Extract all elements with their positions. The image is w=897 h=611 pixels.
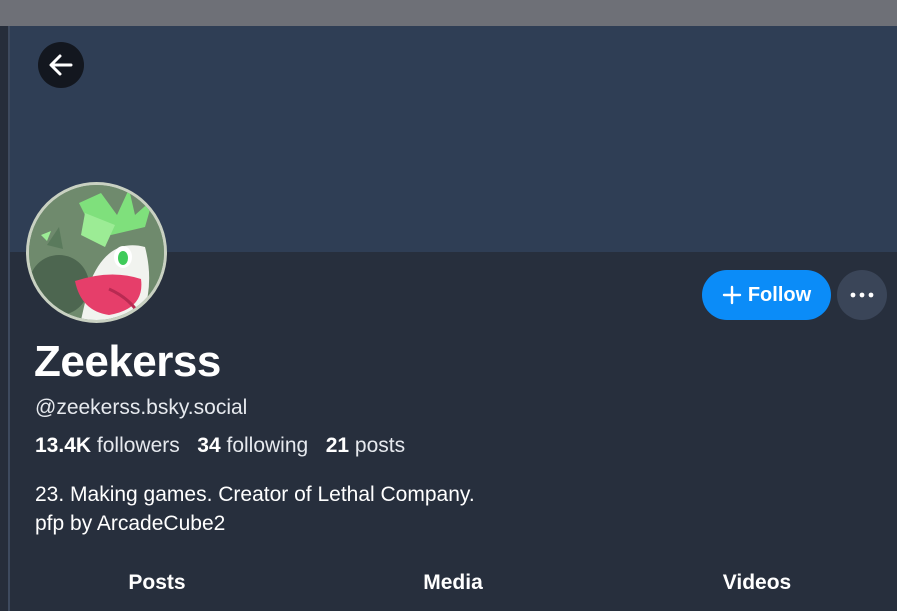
following-count: 34 [197, 434, 221, 457]
avatar[interactable] [26, 182, 167, 323]
bio-line-1: 23. Making games. Creator of Lethal Comp… [35, 483, 475, 506]
followers-stat[interactable]: 13.4K followers [35, 434, 180, 457]
following-stat[interactable]: 34 following [197, 434, 308, 457]
posts-stat: 21 posts [326, 434, 405, 457]
tab-posts[interactable]: Posts [97, 568, 217, 598]
left-rail [0, 26, 8, 611]
follow-button[interactable]: Follow [702, 270, 831, 320]
more-options-button[interactable] [837, 270, 887, 320]
window-top-strip [0, 0, 897, 26]
profile-stats: 13.4K followers 34 following 21 posts [35, 433, 405, 459]
profile-bio: 23. Making games. Creator of Lethal Comp… [35, 480, 475, 538]
follow-label: Follow [747, 283, 812, 306]
plus-icon [722, 285, 742, 305]
tab-media[interactable]: Media [393, 568, 513, 598]
followers-label: followers [96, 434, 180, 457]
posts-label: posts [354, 434, 406, 457]
bio-line-2: pfp by ArcadeCube2 [35, 512, 226, 535]
ellipsis-icon [850, 292, 874, 298]
back-button[interactable] [38, 42, 84, 88]
following-label: following [226, 434, 309, 457]
arrow-left-icon [49, 54, 73, 76]
posts-count: 21 [325, 434, 350, 457]
display-name: Zeekerss [34, 337, 221, 386]
tab-videos[interactable]: Videos [697, 568, 817, 598]
profile-handle[interactable]: @zeekerss.bsky.social [35, 395, 247, 421]
followers-count: 13.4K [35, 434, 92, 457]
avatar-image [29, 185, 164, 320]
